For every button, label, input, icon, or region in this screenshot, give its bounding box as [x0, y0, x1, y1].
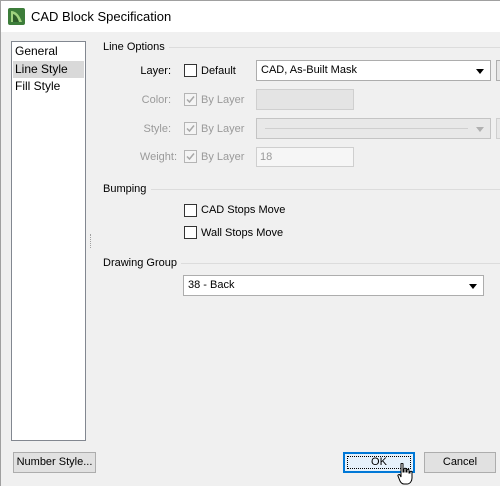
color-label: Color:: [141, 94, 171, 106]
checkmark-icon: [186, 153, 195, 161]
line-options-title: Line Options: [103, 41, 165, 53]
weight-by-layer-label: By Layer: [201, 151, 245, 163]
style-by-layer-label: By Layer: [201, 123, 245, 135]
line-style-sample: [265, 128, 468, 129]
layer-default-checkbox[interactable]: [184, 64, 197, 77]
color-by-layer-label: By Layer: [201, 94, 245, 106]
chevron-down-icon: [469, 284, 477, 289]
dialog-body: General Line Style Fill Style Line Optio…: [0, 32, 500, 486]
window-title: CAD Block Specification: [31, 9, 172, 24]
color-by-layer-checkbox[interactable]: [184, 93, 197, 106]
app-icon: [8, 8, 25, 25]
title-bar: CAD Block Specification: [0, 0, 500, 32]
weight-label: Weight:: [139, 151, 177, 163]
panel-splitter[interactable]: [90, 234, 92, 248]
layer-edit-button[interactable]: [496, 60, 500, 81]
chevron-down-icon: [476, 127, 484, 132]
chevron-down-icon: [476, 69, 484, 74]
wall-stops-move-checkbox[interactable]: [184, 226, 197, 239]
style-by-layer-checkbox[interactable]: [184, 122, 197, 135]
layer-label: Layer:: [140, 65, 171, 77]
nav-item-general[interactable]: General: [13, 43, 84, 60]
wall-stops-move-label: Wall Stops Move: [201, 227, 284, 239]
color-swatch[interactable]: [256, 89, 354, 110]
cad-stops-move-label: CAD Stops Move: [201, 204, 286, 216]
checkmark-icon: [186, 96, 195, 104]
drawing-group-dropdown[interactable]: 38 - Back: [183, 275, 484, 296]
bumping-divider: [151, 189, 500, 190]
line-style-dropdown[interactable]: [256, 118, 491, 139]
line-options-divider: [169, 47, 500, 48]
drawing-group-divider: [181, 263, 500, 264]
mouse-pointer-icon: [397, 463, 413, 485]
nav-item-fill-style[interactable]: Fill Style: [13, 78, 84, 95]
checkmark-icon: [186, 125, 195, 133]
layer-default-label: Default: [201, 65, 236, 77]
nav-item-line-style[interactable]: Line Style: [13, 61, 84, 78]
style-label: Style:: [143, 123, 171, 135]
line-style-edit-button[interactable]: [496, 118, 500, 139]
weight-field[interactable]: 18: [256, 147, 354, 167]
cancel-button[interactable]: Cancel: [424, 452, 496, 473]
layer-dropdown[interactable]: CAD, As-Built Mask: [256, 60, 491, 81]
drawing-group-title: Drawing Group: [103, 257, 177, 269]
layer-dropdown-value: CAD, As-Built Mask: [261, 64, 357, 76]
weight-value: 18: [260, 151, 273, 163]
category-list[interactable]: General Line Style Fill Style: [11, 41, 86, 441]
weight-by-layer-checkbox[interactable]: [184, 150, 197, 163]
number-style-button[interactable]: Number Style...: [13, 452, 96, 473]
drawing-group-value: 38 - Back: [188, 279, 235, 291]
bumping-title: Bumping: [103, 183, 147, 195]
cad-stops-move-checkbox[interactable]: [184, 204, 197, 217]
